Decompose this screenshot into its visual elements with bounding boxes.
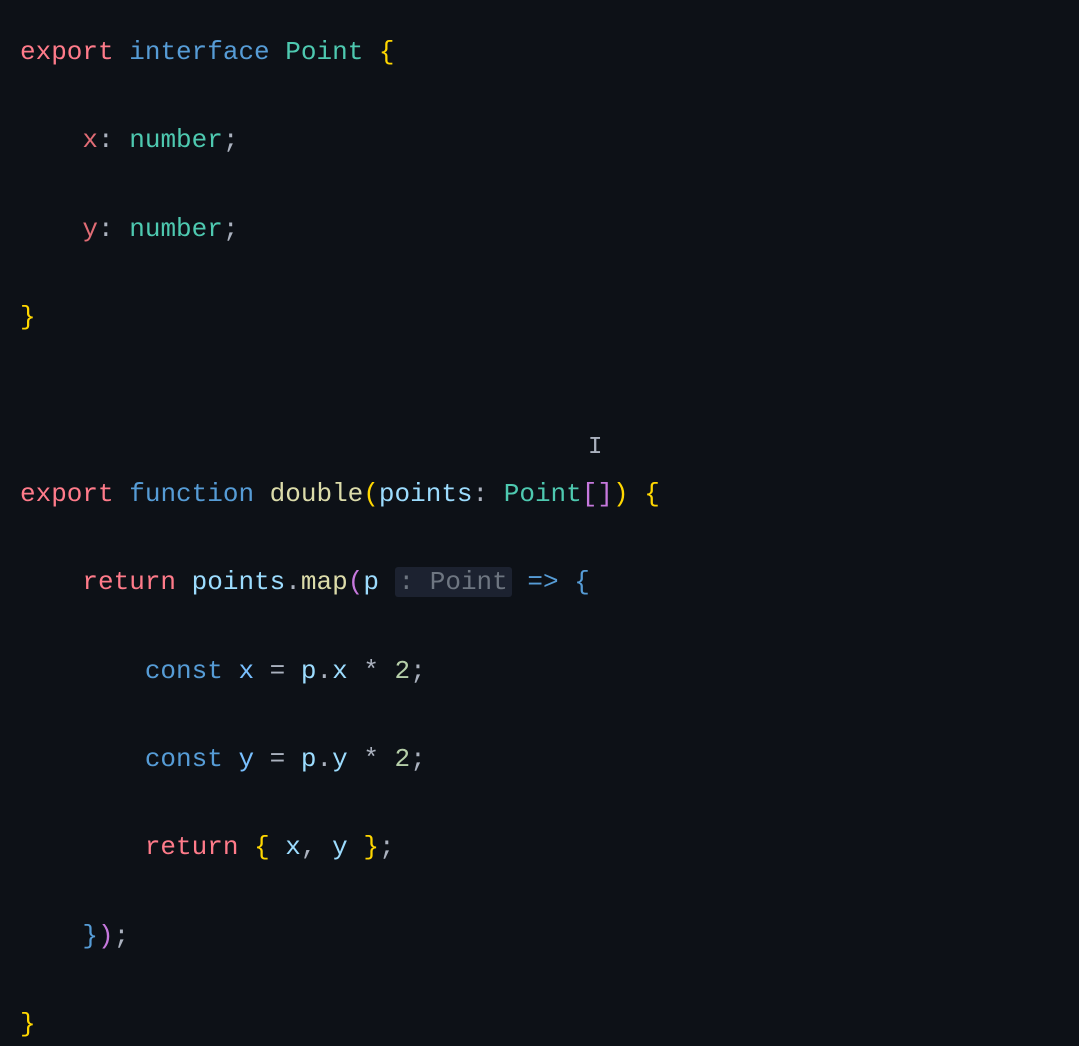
code-line: return points.map(p : Point => { (20, 560, 1059, 604)
paren-open: ( (348, 567, 364, 597)
brace-open: { (574, 567, 590, 597)
identifier: y (332, 832, 348, 862)
number-literal: 2 (395, 744, 411, 774)
operator-equals: = (270, 744, 286, 774)
brace-open: { (254, 832, 270, 862)
brace-close: } (82, 921, 98, 951)
keyword-function: function (129, 479, 254, 509)
paren-open: ( (363, 479, 379, 509)
code-line: }); (20, 914, 1059, 958)
semicolon: ; (410, 744, 426, 774)
identifier: x (285, 832, 301, 862)
brace-close: } (20, 1009, 36, 1039)
semicolon: ; (223, 214, 239, 244)
code-line: return { x, y }; (20, 825, 1059, 869)
colon: : (98, 214, 114, 244)
comma: , (301, 832, 317, 862)
inlay-hint: : Point (395, 567, 512, 597)
property-access: y (332, 744, 348, 774)
keyword-return: return (82, 567, 176, 597)
property-access: x (332, 656, 348, 686)
code-line: export interface Point { (20, 30, 1059, 74)
semicolon: ; (379, 832, 395, 862)
dot: . (317, 656, 333, 686)
code-line: const x = p.x * 2; (20, 649, 1059, 693)
brace-close: } (20, 302, 36, 332)
property-name: y (82, 214, 98, 244)
operator-equals: = (270, 656, 286, 686)
keyword-return: return (145, 832, 239, 862)
code-line: export function double(points: Point[]) … (20, 472, 1059, 516)
dot: . (285, 567, 301, 597)
code-line: } (20, 295, 1059, 339)
bracket-open: [ (582, 479, 598, 509)
parameter: points (379, 479, 473, 509)
text-cursor-icon: I (588, 428, 602, 469)
colon: : (98, 125, 114, 155)
code-line: } (20, 1002, 1059, 1046)
semicolon: ; (223, 125, 239, 155)
paren-close: ) (613, 479, 629, 509)
code-line: y: number; (20, 207, 1059, 251)
method-name: map (301, 567, 348, 597)
paren-close: ) (98, 921, 114, 951)
property-name: x (82, 125, 98, 155)
type-keyword: number (129, 214, 223, 244)
keyword-const: const (145, 744, 223, 774)
brace-open: { (644, 479, 660, 509)
semicolon: ; (114, 921, 130, 951)
code-line: x: number; (20, 118, 1059, 162)
type-name: Point (285, 37, 363, 67)
brace-open: { (379, 37, 395, 67)
keyword-interface: interface (129, 37, 269, 67)
type-name: Point (504, 479, 582, 509)
identifier: points (192, 567, 286, 597)
identifier: p (301, 656, 317, 686)
variable: y (238, 744, 254, 774)
identifier: p (301, 744, 317, 774)
variable: x (238, 656, 254, 686)
keyword-export: export (20, 479, 114, 509)
number-literal: 2 (395, 656, 411, 686)
brace-close: } (363, 832, 379, 862)
operator-multiply: * (363, 656, 379, 686)
code-editor[interactable]: export interface Point { x: number; y: n… (20, 30, 1059, 1046)
arrow: => (527, 567, 558, 597)
keyword-export: export (20, 37, 114, 67)
dot: . (317, 744, 333, 774)
semicolon: ; (410, 656, 426, 686)
type-keyword: number (129, 125, 223, 155)
code-line (20, 384, 1059, 428)
code-line: const y = p.y * 2; (20, 737, 1059, 781)
colon: : (473, 479, 489, 509)
bracket-close: ] (597, 479, 613, 509)
operator-multiply: * (363, 744, 379, 774)
parameter: p (363, 567, 379, 597)
function-name: double (270, 479, 364, 509)
keyword-const: const (145, 656, 223, 686)
